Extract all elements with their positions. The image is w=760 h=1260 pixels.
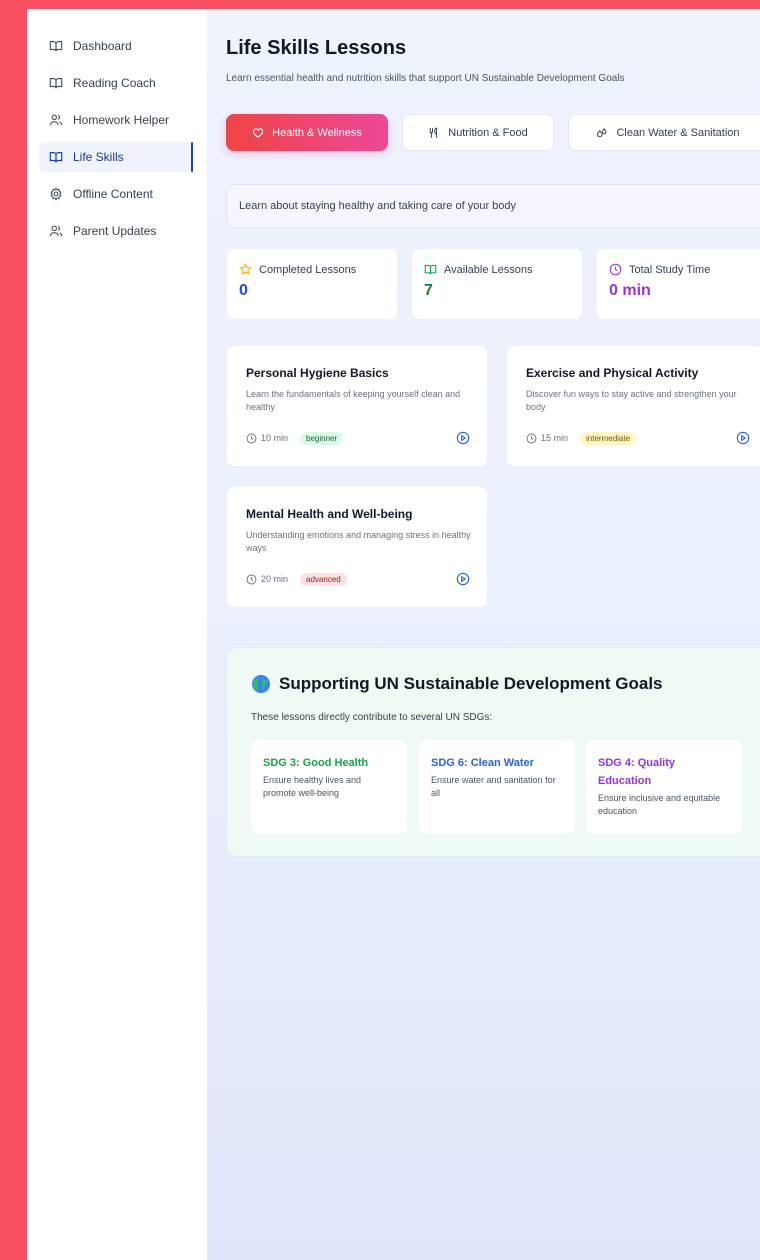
book-open-icon [49,39,63,53]
page-subtitle: Learn essential health and nutrition ski… [226,73,625,84]
sdg-card-title: SDG 3: Good Health [263,757,369,769]
stat-label: Completed Lessons [259,263,357,276]
utensils-icon [428,127,440,139]
sidebar-item-label: Reading Coach [73,76,156,90]
sdg-card-title: SDG 6: Clean Water [431,757,534,769]
sidebar-item-label: Homework Helper [73,113,170,127]
tab-nutrition-food[interactable]: Nutrition & Food [402,114,554,151]
stat-value: 0 min [609,282,651,299]
heart-icon [252,127,264,139]
play-icon[interactable] [456,431,470,445]
stat-label: Available Lessons [444,263,533,276]
stat-available-lessons: Available Lessons 7 [411,248,583,320]
lesson-title: Mental Health and Well-being [246,507,413,521]
lesson-duration: 20 min [261,574,289,584]
sdg-card-description: Ensure healthy lives and promote well-be… [263,775,362,798]
users-icon [49,113,63,127]
stat-total-study-time: Total Study Time 0 min [596,248,760,320]
lesson-card-exercise[interactable]: Exercise and Physical Activity Discover … [506,345,760,467]
droplets-icon [596,127,608,139]
sidebar: Dashboard Reading Coach Homework Helper … [27,9,208,1260]
play-icon[interactable] [456,572,470,586]
clock-icon [526,433,537,444]
stat-label: Total Study Time [629,263,711,276]
sidebar-item-offline-content[interactable]: Offline Content [39,179,193,209]
users-icon [49,224,63,238]
stat-completed-lessons: Completed Lessons 0 [226,248,398,320]
sidebar-item-homework-helper[interactable]: Homework Helper [39,105,193,135]
star-icon [239,263,252,276]
lesson-duration: 15 min [541,433,569,443]
sdg-card-title: SDG 4: Quality Education [598,757,676,787]
sdg-title: Supporting UN Sustainable Development Go… [251,674,663,694]
tab-health-wellness[interactable]: Health & Wellness [226,114,388,151]
stat-header: Completed Lessons [239,263,385,276]
clock-icon [246,433,257,444]
sidebar-item-label: Offline Content [73,187,153,201]
sdg-card-description: Ensure water and sanitation for all [431,775,556,798]
sdg-panel: Supporting UN Sustainable Development Go… [226,647,760,857]
tab-label: Clean Water & Sanitation [616,126,740,139]
lesson-title: Exercise and Physical Activity [526,366,699,380]
sidebar-item-label: Dashboard [73,39,132,53]
stat-header: Total Study Time [609,263,755,276]
lesson-description: Learn the fundamentals of keeping yourse… [246,389,461,412]
stat-header: Available Lessons [424,263,570,276]
lesson-meta: 20 min advanced [246,570,470,588]
sdg-card-quality-education: SDG 4: Quality Education Ensure inclusiv… [586,740,742,834]
main-content: Life Skills Lessons Learn essential heal… [207,9,760,1260]
category-description: Learn about staying healthy and taking c… [226,184,760,228]
lesson-description: Understanding emotions and managing stre… [246,530,471,553]
sidebar-item-label: Parent Updates [73,224,157,238]
sdg-card-description: Ensure inclusive and equitable education [598,793,721,816]
stat-value: 0 [239,282,248,299]
lesson-meta: 15 min intermediate [526,429,750,447]
sdg-card-clean-water: SDG 6: Clean Water Ensure water and sani… [419,740,575,834]
app-window: Dashboard Reading Coach Homework Helper … [27,9,760,1260]
tab-label: Health & Wellness [272,126,362,139]
clock-icon [609,263,622,276]
lesson-description: Discover fun ways to stay active and str… [526,389,737,412]
sidebar-item-life-skills[interactable]: Life Skills [39,142,193,172]
play-icon[interactable] [736,431,750,445]
book-open-icon [49,76,63,90]
level-badge: beginner [300,431,344,445]
sdg-card-good-health: SDG 3: Good Health Ensure healthy lives … [251,740,407,834]
sidebar-item-parent-updates[interactable]: Parent Updates [39,216,193,246]
lesson-duration: 10 min [261,433,289,443]
lesson-card-mental-health[interactable]: Mental Health and Well-being Understandi… [226,486,488,608]
clock-icon [246,574,257,585]
globe-icon [251,674,271,694]
sdg-title-text: Supporting UN Sustainable Development Go… [279,674,663,693]
lesson-card-personal-hygiene[interactable]: Personal Hygiene Basics Learn the fundam… [226,345,488,467]
book-open-icon [49,150,63,164]
level-badge: intermediate [580,431,637,445]
lesson-meta: 10 min beginner [246,429,470,447]
page-title: Life Skills Lessons [226,37,407,59]
sidebar-item-reading-coach[interactable]: Reading Coach [39,68,193,98]
tab-label: Nutrition & Food [448,126,528,139]
sidebar-item-dashboard[interactable]: Dashboard [39,31,193,61]
stat-value: 7 [424,282,433,299]
book-open-icon [424,263,437,276]
tab-clean-water-sanitation[interactable]: Clean Water & Sanitation [568,114,760,151]
level-badge: advanced [300,572,347,586]
sdg-intro: These lessons directly contribute to sev… [251,712,493,723]
gear-icon [49,187,63,201]
sidebar-item-label: Life Skills [73,150,124,164]
lesson-title: Personal Hygiene Basics [246,366,389,380]
